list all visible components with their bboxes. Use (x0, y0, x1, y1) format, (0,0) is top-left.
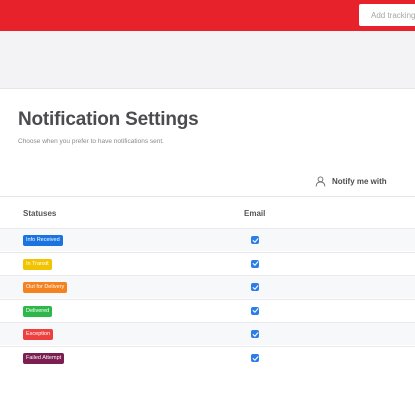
column-header-email: Email (244, 209, 266, 218)
user-icon (315, 176, 326, 187)
table-row: In Transit (0, 251, 415, 275)
column-header-statuses: Statuses (23, 209, 57, 218)
check-icon (252, 261, 258, 266)
table-row: Out for Delivery (0, 275, 415, 299)
top-bar (0, 0, 415, 31)
status-badge: In Transit (23, 258, 52, 270)
table-row: Info Received (0, 228, 415, 251)
email-checkbox[interactable] (251, 354, 259, 362)
table-row: Exception (0, 322, 415, 346)
status-badge: Out for Delivery (23, 282, 68, 294)
status-badge: Exception (23, 329, 54, 341)
email-checkbox[interactable] (251, 283, 259, 292)
check-icon (252, 355, 258, 361)
page-title: Notification Settings (18, 109, 199, 130)
email-checkbox[interactable] (251, 330, 259, 339)
status-badge: Delivered (23, 305, 53, 317)
divider (0, 196, 415, 197)
check-icon (252, 237, 258, 243)
sub-header (0, 31, 415, 89)
status-badge: Info Received (23, 235, 63, 246)
check-icon (252, 284, 258, 290)
page-subtitle: Choose when you prefer to have notificat… (18, 138, 164, 145)
notify-label: Notify me with (332, 177, 387, 186)
add-tracking-input[interactable] (359, 4, 415, 26)
email-checkbox[interactable] (251, 236, 259, 244)
email-checkbox[interactable] (251, 306, 259, 315)
table-row: Delivered (0, 298, 415, 322)
check-icon (252, 308, 258, 314)
status-badge: Failed Attempt (23, 353, 65, 364)
notify-me-with-header: Notify me with (315, 176, 387, 187)
check-icon (252, 332, 258, 337)
email-checkbox[interactable] (251, 259, 259, 268)
table-row: Failed Attempt (0, 346, 415, 369)
